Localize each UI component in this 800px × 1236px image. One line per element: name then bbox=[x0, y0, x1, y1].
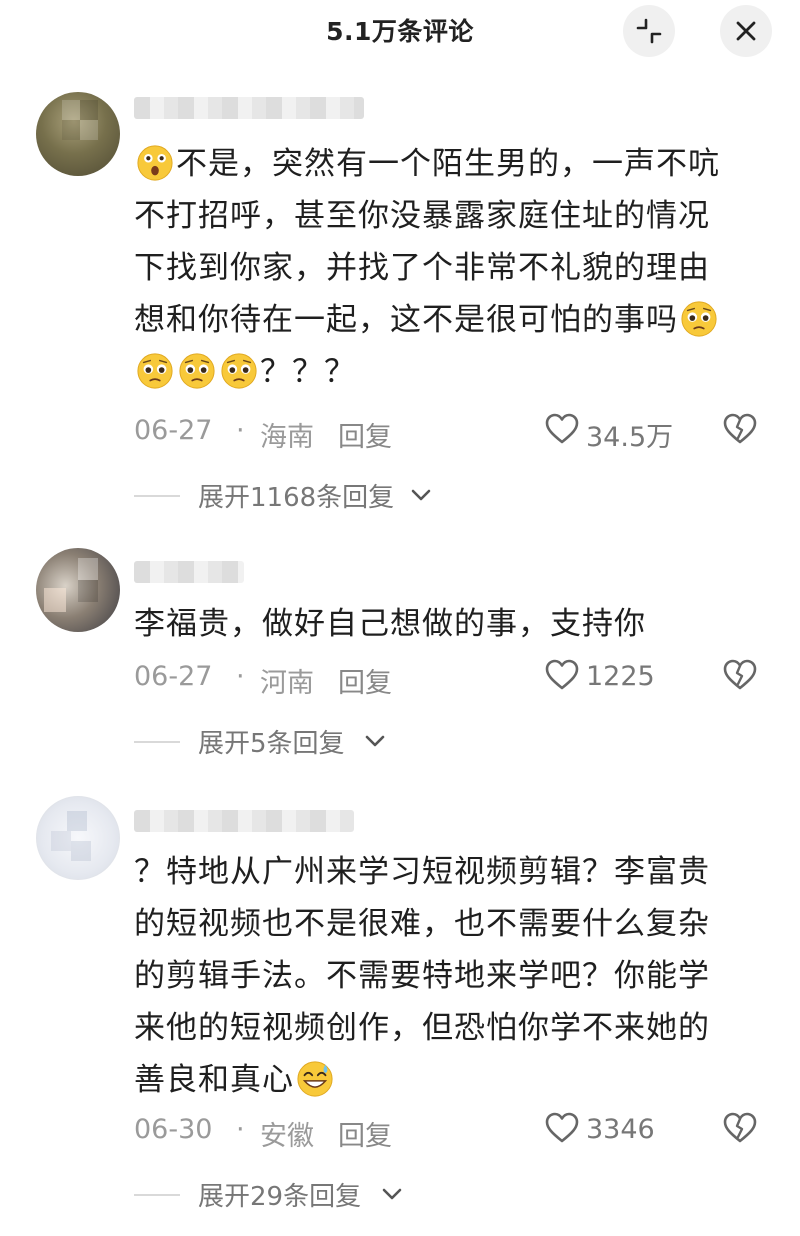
comment-text: ？特地从广州来学习短视频剪辑？李富贵 的短视频也不是很难，也不需要什么复杂 的剪… bbox=[134, 846, 764, 1106]
comment-meta: 06-30 · 安徽 回复 3346 bbox=[134, 1110, 774, 1153]
chevron-down-icon bbox=[411, 489, 431, 501]
divider bbox=[134, 741, 180, 743]
comment-date: 06-27 bbox=[134, 415, 213, 446]
comment-location: 安徽 bbox=[260, 1121, 314, 1152]
heart-icon[interactable] bbox=[544, 657, 580, 693]
comment-count-title: 5.1万条评论 bbox=[326, 17, 474, 46]
grinning-sweat-emoji-icon bbox=[297, 1061, 333, 1097]
collapse-button[interactable] bbox=[623, 5, 675, 57]
heart-icon[interactable] bbox=[544, 411, 580, 447]
comment-line: 的短视频也不是很难，也不需要什么复杂 bbox=[134, 906, 710, 942]
comment-line: ？？？ bbox=[134, 346, 764, 398]
like-count: 3346 bbox=[586, 1114, 655, 1145]
broken-heart-icon[interactable] bbox=[722, 411, 758, 447]
avatar[interactable] bbox=[36, 92, 120, 176]
collapse-icon bbox=[636, 18, 662, 44]
heart-icon[interactable] bbox=[544, 1110, 580, 1146]
divider bbox=[134, 1194, 180, 1196]
comment-line: 善良和真心 bbox=[134, 1054, 764, 1106]
comments-header: 5.1万条评论 bbox=[0, 0, 800, 62]
username-blurred[interactable] bbox=[134, 810, 354, 832]
comment-line: ？特地从广州来学习短视频剪辑？李富贵 bbox=[134, 854, 710, 890]
comment-line: 下找到你家，并找了个非常不礼貌的理由 bbox=[134, 250, 710, 286]
separator-dot: · bbox=[236, 1114, 245, 1145]
comment-line: 想和你待在一起，这不是很可怕的事吗 bbox=[134, 294, 764, 346]
reply-button[interactable]: 回复 bbox=[338, 661, 392, 700]
comment-line: 的剪辑手法。不需要特地来学吧？你能学 bbox=[134, 958, 710, 994]
comment-line: 来他的短视频创作，但恐怕你学不来她的 bbox=[134, 1010, 710, 1046]
username-blurred[interactable] bbox=[134, 561, 244, 583]
divider bbox=[134, 495, 180, 497]
chevron-down-icon bbox=[365, 735, 385, 747]
separator-dot: · bbox=[236, 661, 245, 692]
comment-meta: 06-27 · 河南 回复 1225 bbox=[134, 657, 774, 700]
chevron-down-icon bbox=[382, 1188, 402, 1200]
reply-button[interactable]: 回复 bbox=[338, 415, 392, 454]
pleading-face-emoji-icon bbox=[221, 353, 257, 389]
pleading-face-emoji-icon bbox=[137, 353, 173, 389]
like-count: 34.5万 bbox=[586, 422, 674, 453]
pleading-face-emoji-icon bbox=[179, 353, 215, 389]
comment-date: 06-30 bbox=[134, 1114, 213, 1145]
close-icon bbox=[736, 21, 756, 41]
astonished-emoji-icon bbox=[137, 145, 173, 181]
like-count: 1225 bbox=[586, 661, 655, 692]
broken-heart-icon[interactable] bbox=[722, 657, 758, 693]
reply-button[interactable]: 回复 bbox=[338, 1114, 392, 1153]
comment-location: 河南 bbox=[260, 668, 314, 699]
comment-location: 海南 bbox=[260, 422, 314, 453]
comment-meta: 06-27 · 海南 回复 34.5万 bbox=[134, 411, 774, 454]
username-blurred[interactable] bbox=[134, 97, 364, 119]
comment-line: 不是，突然有一个陌生男的，一声不吭 bbox=[134, 138, 764, 190]
avatar[interactable] bbox=[36, 548, 120, 632]
comment-line: 不打招呼，甚至你没暴露家庭住址的情况 bbox=[134, 198, 710, 234]
separator-dot: · bbox=[236, 415, 245, 446]
pleading-face-emoji-icon bbox=[681, 301, 717, 337]
comment-line: 李福贵，做好自己想做的事，支持你 bbox=[134, 606, 646, 642]
broken-heart-icon[interactable] bbox=[722, 1110, 758, 1146]
avatar[interactable] bbox=[36, 796, 120, 880]
comment-text: 李福贵，做好自己想做的事，支持你 bbox=[134, 598, 764, 650]
comment-text: 不是，突然有一个陌生男的，一声不吭 不打招呼，甚至你没暴露家庭住址的情况 下找到… bbox=[134, 138, 764, 398]
close-button[interactable] bbox=[720, 5, 772, 57]
comment-date: 06-27 bbox=[134, 661, 213, 692]
